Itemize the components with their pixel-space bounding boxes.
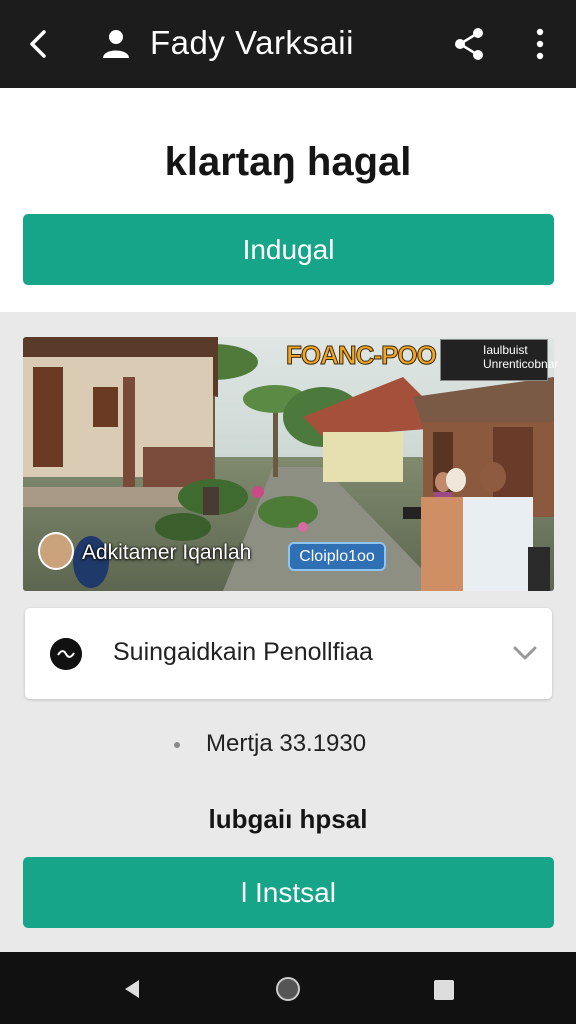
top-app-bar: Fady Varksaii [0, 0, 576, 88]
photo-caption: Adkitamer Iqanlah [82, 541, 252, 564]
more-vertical-icon[interactable] [528, 26, 552, 62]
sub-heading: lubgaiı hpsal [208, 804, 368, 834]
bullet-icon [174, 741, 180, 748]
meta-text: Mertja 33.1930 [206, 730, 367, 757]
back-icon[interactable] [24, 26, 56, 62]
wave-circle-icon [50, 638, 82, 670]
nav-back-icon[interactable] [121, 978, 143, 1000]
location-dropdown[interactable]: Suingaidkain Penollfiaa [25, 608, 552, 699]
primary-button[interactable]: Indugal [23, 214, 554, 285]
photo-chip[interactable]: Cloiplo1oo [288, 542, 386, 571]
photo-logo-text: Iaulbuist Unrenticobnar [483, 343, 559, 371]
person-icon[interactable] [100, 26, 132, 60]
nav-home-icon[interactable] [276, 977, 300, 1001]
avatar[interactable] [38, 532, 74, 570]
meta-info: Mertja 33.1930 [174, 730, 366, 758]
dropdown-selected-value: Suingaidkain Penollfiaa [113, 638, 373, 666]
page-title: Fady Varksaii [150, 24, 354, 61]
system-nav-bar [0, 952, 576, 1024]
main-heading: klartaŋ hagal [164, 140, 412, 184]
photo-badge-text: FOANC-POO [286, 340, 438, 371]
chevron-down-icon [513, 646, 537, 660]
install-button[interactable]: l Instsal [23, 857, 554, 928]
nav-recent-icon[interactable] [434, 980, 454, 1000]
share-icon[interactable] [452, 26, 486, 62]
